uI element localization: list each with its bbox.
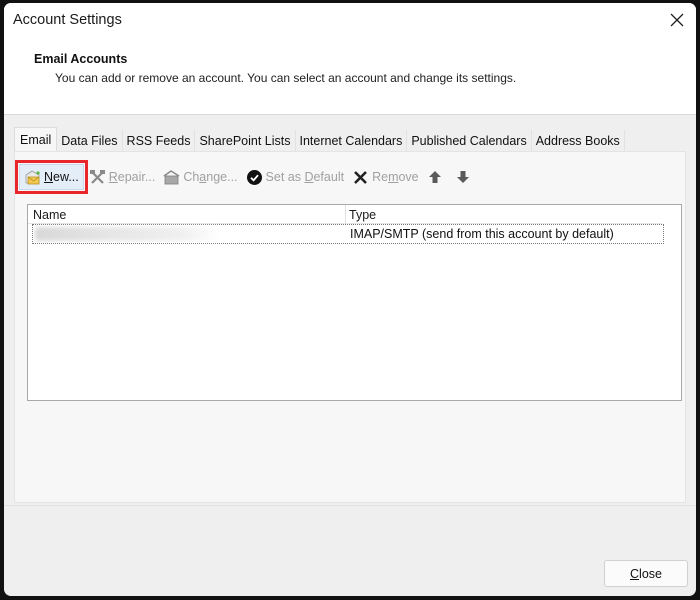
set-as-default-label: Set as Default <box>265 170 345 184</box>
remove-label: Remove <box>372 170 419 184</box>
new-account-label: New... <box>44 170 79 184</box>
tab-rss-feeds[interactable]: RSS Feeds <box>122 130 196 152</box>
close-button-label: Close <box>630 566 662 581</box>
footer-divider <box>4 505 696 506</box>
tab-data-files[interactable]: Data Files <box>57 130 123 152</box>
new-account-envelope-icon <box>24 169 41 186</box>
change-account-icon <box>163 169 180 186</box>
repair-label: Repair... <box>108 170 156 184</box>
change-button[interactable]: Change... <box>160 165 240 189</box>
column-header-type[interactable]: Type <box>349 208 376 222</box>
remove-button[interactable]: Remove <box>349 165 422 189</box>
arrow-down-icon <box>455 169 472 186</box>
tab-sharepoint-lists[interactable]: SharePoint Lists <box>195 130 296 152</box>
section-description: You can add or remove an account. You ca… <box>55 71 517 85</box>
email-tab-panel: New... Repair... Change... Set as Defaul… <box>14 151 686 503</box>
dialog-header: Account Settings Email Accounts You can … <box>4 3 696 115</box>
close-button[interactable]: Close <box>604 560 688 587</box>
tab-address-books[interactable]: Address Books <box>531 130 625 152</box>
change-label: Change... <box>183 170 238 184</box>
list-header: Name Type <box>28 205 662 224</box>
set-as-default-button[interactable]: Set as Default <box>243 165 348 189</box>
dialog-title: Account Settings <box>13 12 122 28</box>
account-settings-dialog: Account Settings Email Accounts You can … <box>4 3 696 596</box>
arrow-up-icon <box>427 169 444 186</box>
repair-button[interactable]: Repair... <box>86 165 159 189</box>
move-down-button[interactable] <box>452 165 478 189</box>
section-title: Email Accounts <box>34 52 128 66</box>
tab-email[interactable]: Email <box>14 127 58 152</box>
tab-internet-calendars[interactable]: Internet Calendars <box>295 130 408 152</box>
accounts-list[interactable]: Name Type IMAP/SMTP (send from this acco… <box>27 204 682 401</box>
column-header-name[interactable]: Name <box>33 208 66 222</box>
tab-published-calendars[interactable]: Published Calendars <box>407 130 532 152</box>
column-separator[interactable] <box>345 205 346 223</box>
new-account-button[interactable]: New... <box>15 160 88 194</box>
account-name-blurred <box>35 227 220 241</box>
close-x-icon[interactable] <box>666 9 688 31</box>
account-type: IMAP/SMTP (send from this account by def… <box>350 227 614 241</box>
repair-tools-icon <box>89 169 106 186</box>
remove-x-icon <box>352 169 369 186</box>
account-toolbar: New... Repair... Change... Set as Defaul… <box>15 160 480 194</box>
move-up-button[interactable] <box>424 165 450 189</box>
checkmark-circle-icon <box>246 169 263 186</box>
account-row[interactable]: IMAP/SMTP (send from this account by def… <box>32 224 664 244</box>
